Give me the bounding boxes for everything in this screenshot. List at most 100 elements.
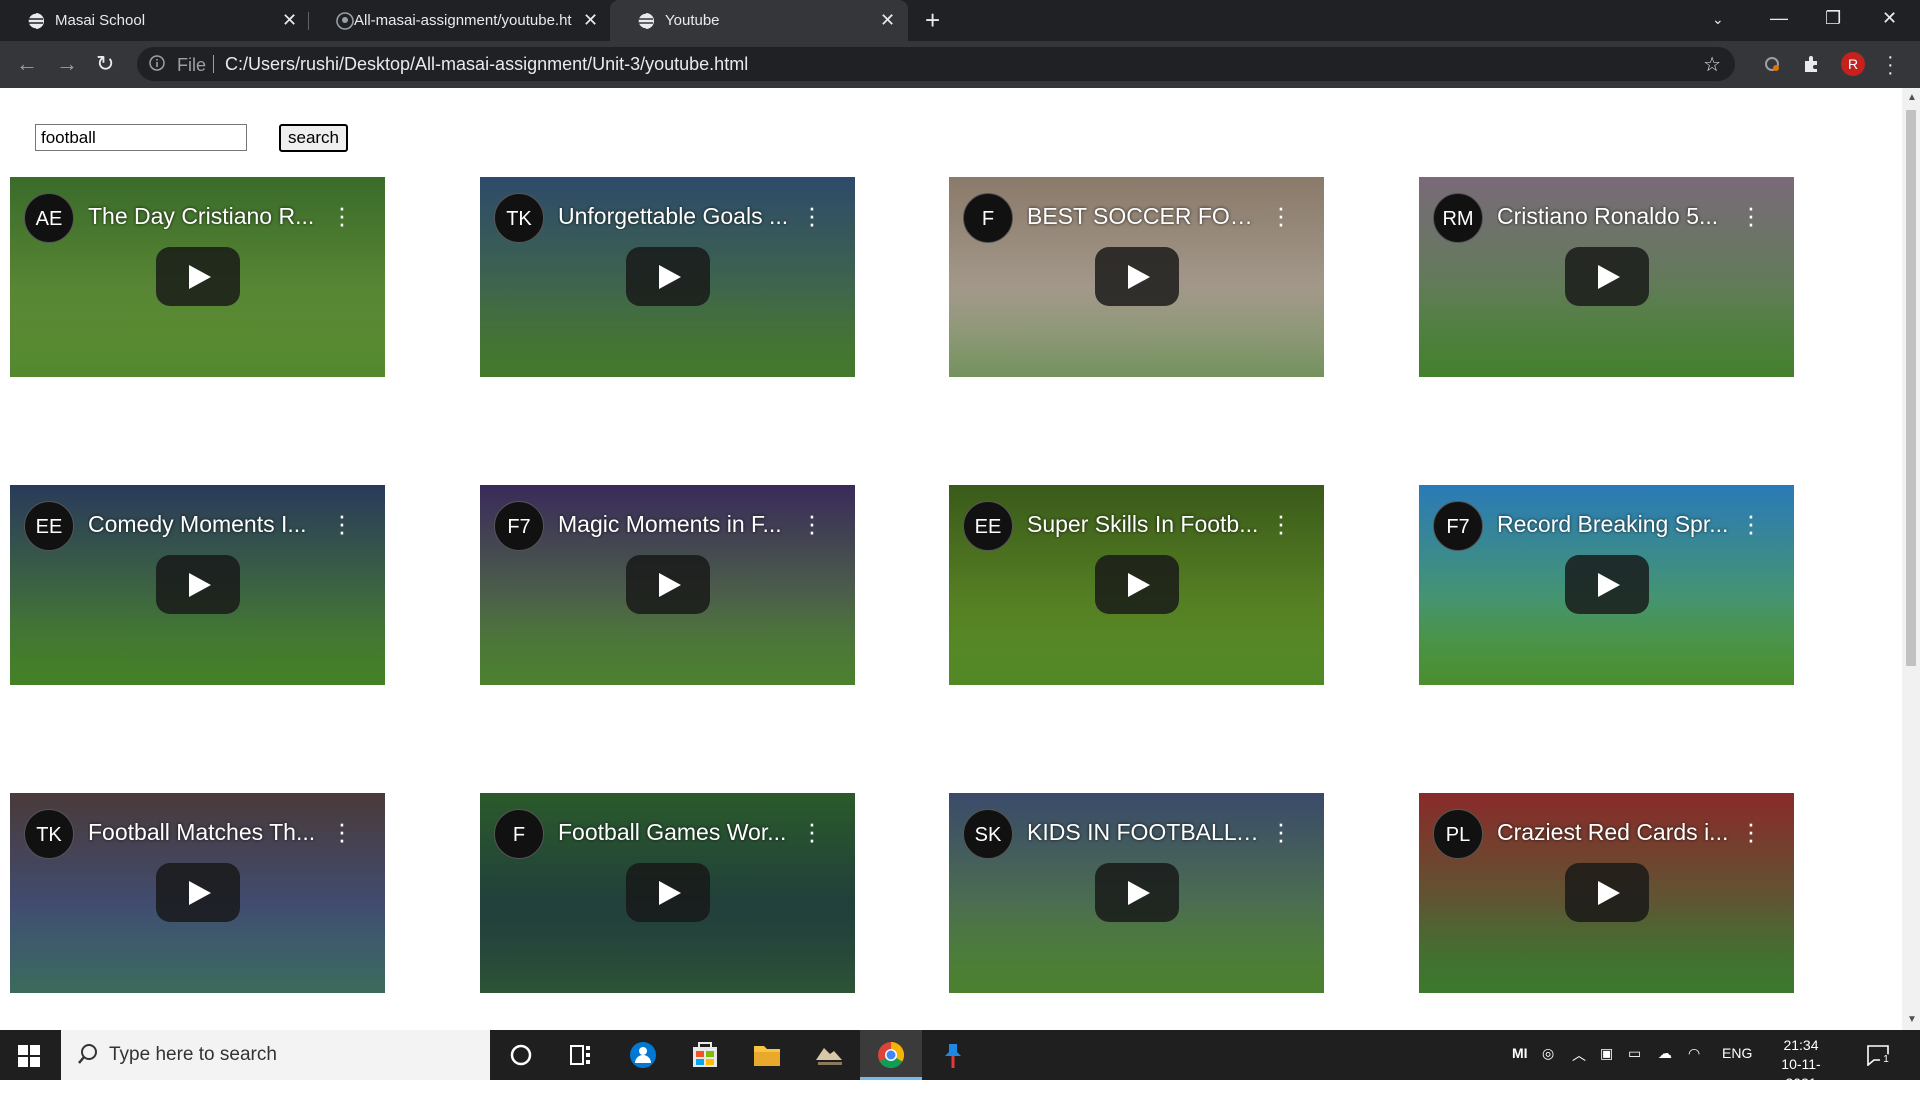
bookmark-star-icon[interactable]: ☆ (1703, 52, 1721, 77)
play-button-icon[interactable] (1565, 247, 1649, 306)
app-icon[interactable] (612, 1030, 674, 1080)
play-button-icon[interactable] (1095, 555, 1179, 614)
more-menu-icon[interactable]: · · · (1887, 47, 1894, 83)
puzzle-icon[interactable] (1802, 54, 1822, 74)
channel-avatar[interactable]: TK (494, 193, 544, 243)
tray-icon[interactable]: ▣ (1600, 1045, 1613, 1062)
clock[interactable]: 21:34 10-11-2021 (1770, 1036, 1832, 1093)
more-options-icon[interactable]: · · · (807, 810, 817, 852)
tray-icon[interactable]: ◎ (1542, 1045, 1554, 1062)
channel-avatar[interactable]: F7 (494, 501, 544, 551)
scroll-up-icon[interactable]: ▲ (1907, 92, 1917, 103)
video-card[interactable]: AE The Day Cristiano R... · · · (10, 177, 385, 377)
play-button-icon[interactable] (156, 863, 240, 922)
channel-avatar[interactable]: TK (24, 809, 74, 859)
scrollbar-thumb[interactable] (1906, 110, 1916, 666)
task-view-icon[interactable] (550, 1030, 612, 1080)
chrome-icon[interactable] (860, 1030, 922, 1080)
address-bar[interactable]: File C:/Users/rushi/Desktop/All-masai-as… (137, 47, 1735, 81)
video-card[interactable]: F7 Record Breaking Spr... · · · (1419, 485, 1794, 685)
close-icon[interactable]: ✕ (583, 10, 598, 31)
video-title[interactable]: Magic Moments in F... (558, 511, 793, 538)
language-indicator[interactable]: ENG (1722, 1045, 1752, 1061)
video-card[interactable]: F Football Games Wor... · · · (480, 793, 855, 993)
play-button-icon[interactable] (626, 863, 710, 922)
cortana-icon[interactable] (490, 1030, 552, 1080)
more-options-icon[interactable]: · · · (337, 810, 347, 852)
more-options-icon[interactable]: · · · (807, 194, 817, 236)
minimize-button[interactable]: — (1770, 8, 1788, 29)
back-arrow-icon[interactable]: ← (16, 51, 38, 77)
video-title[interactable]: Unforgettable Goals ... (558, 203, 793, 230)
video-card[interactable]: PL Craziest Red Cards i... · · · (1419, 793, 1794, 993)
search-input[interactable] (35, 124, 247, 151)
url-text[interactable]: C:/Users/rushi/Desktop/All-masai-assignm… (225, 54, 748, 75)
more-options-icon[interactable]: · · · (1276, 502, 1286, 544)
close-icon[interactable]: ✕ (880, 10, 895, 31)
play-button-icon[interactable] (1565, 863, 1649, 922)
tab-youtube[interactable]: Youtube ✕ (610, 0, 908, 41)
video-title[interactable]: BEST SOCCER FOOT... (1027, 203, 1262, 230)
more-options-icon[interactable]: · · · (1276, 810, 1286, 852)
channel-avatar[interactable]: PL (1433, 809, 1483, 859)
channel-avatar[interactable]: EE (963, 501, 1013, 551)
video-card[interactable]: TK Football Matches Th... · · · (10, 793, 385, 993)
video-card[interactable]: SK KIDS IN FOOTBALL -... · · · (949, 793, 1324, 993)
more-options-icon[interactable]: · · · (1746, 810, 1756, 852)
video-title[interactable]: The Day Cristiano R... (88, 203, 323, 230)
close-icon[interactable]: ✕ (282, 10, 297, 31)
reload-icon[interactable]: ↻ (96, 51, 114, 77)
video-card[interactable]: EE Super Skills In Footb... · · · (949, 485, 1324, 685)
app-icon-photo[interactable] (798, 1030, 860, 1080)
channel-avatar[interactable]: EE (24, 501, 74, 551)
close-window-button[interactable]: ✕ (1882, 8, 1897, 29)
more-options-icon[interactable]: · · · (1746, 502, 1756, 544)
channel-avatar[interactable]: F7 (1433, 501, 1483, 551)
channel-avatar[interactable]: AE (24, 193, 74, 243)
taskbar-search-box[interactable]: Type here to search (61, 1030, 490, 1080)
onedrive-icon[interactable]: ☁ (1658, 1045, 1672, 1062)
app-icon-pin[interactable] (922, 1030, 984, 1080)
forward-arrow-icon[interactable]: → (56, 51, 78, 77)
tab-masai-school[interactable]: Masai School ✕ (0, 0, 308, 41)
video-card[interactable]: F BEST SOCCER FOOT... · · · (949, 177, 1324, 377)
new-tab-button[interactable]: + (925, 5, 940, 36)
more-options-icon[interactable]: · · · (807, 502, 817, 544)
more-options-icon[interactable]: · · · (1276, 194, 1286, 236)
file-explorer-icon[interactable] (736, 1030, 798, 1080)
more-options-icon[interactable]: · · · (337, 502, 347, 544)
play-button-icon[interactable] (156, 555, 240, 614)
store-icon[interactable] (674, 1030, 736, 1080)
video-card[interactable]: RM Cristiano Ronaldo 5... · · · (1419, 177, 1794, 377)
play-button-icon[interactable] (1095, 863, 1179, 922)
video-title[interactable]: Comedy Moments I... (88, 511, 323, 538)
more-options-icon[interactable]: · · · (1746, 194, 1756, 236)
video-title[interactable]: Cristiano Ronaldo 5... (1497, 203, 1732, 230)
windows-start-icon[interactable] (18, 1045, 40, 1067)
channel-avatar[interactable]: F (494, 809, 544, 859)
tray-icon[interactable]: MI (1512, 1045, 1528, 1061)
wifi-icon[interactable]: ◠ (1688, 1045, 1700, 1062)
channel-avatar[interactable]: RM (1433, 193, 1483, 243)
video-card[interactable]: TK Unforgettable Goals ... · · · (480, 177, 855, 377)
video-card[interactable]: EE Comedy Moments I... · · · (10, 485, 385, 685)
scroll-down-icon[interactable]: ▼ (1907, 1014, 1917, 1025)
play-button-icon[interactable] (1565, 555, 1649, 614)
restore-button[interactable]: ❐ (1825, 8, 1841, 29)
video-title[interactable]: Record Breaking Spr... (1497, 511, 1732, 538)
play-button-icon[interactable] (626, 555, 710, 614)
extension-icon[interactable] (1762, 54, 1782, 74)
scrollbar[interactable]: ▲ ▼ (1902, 88, 1920, 1030)
video-title[interactable]: Craziest Red Cards i... (1497, 819, 1732, 846)
battery-icon[interactable]: ▭ (1628, 1045, 1641, 1062)
channel-avatar[interactable]: SK (963, 809, 1013, 859)
video-title[interactable]: Football Matches Th... (88, 819, 323, 846)
profile-avatar[interactable]: R (1841, 52, 1865, 76)
more-options-icon[interactable]: · · · (337, 194, 347, 236)
video-title[interactable]: Football Games Wor... (558, 819, 793, 846)
play-button-icon[interactable] (1095, 247, 1179, 306)
tab-github[interactable]: All-masai-assignment/youtube.ht ✕ (309, 0, 608, 41)
chevron-up-icon[interactable]: ︿ (1572, 1045, 1586, 1065)
play-button-icon[interactable] (626, 247, 710, 306)
play-button-icon[interactable] (156, 247, 240, 306)
